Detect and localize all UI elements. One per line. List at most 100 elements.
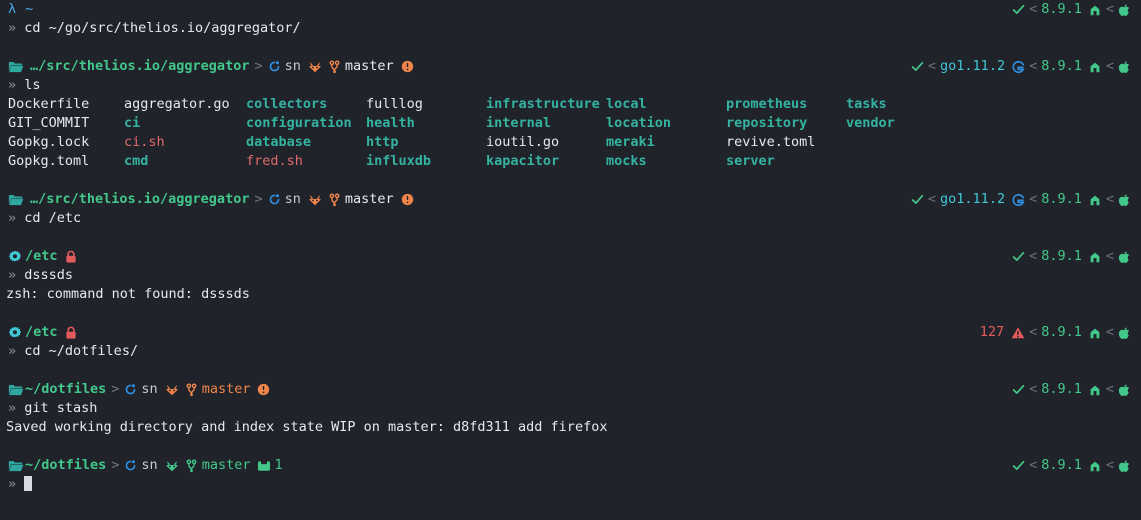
ls-entry: meraki: [606, 134, 655, 150]
exit-code-label: 127: [979, 324, 1005, 340]
prompt-char: »: [8, 20, 17, 36]
alert-circle-icon: [401, 193, 414, 206]
prompt-path: ~: [25, 1, 34, 17]
prompt-line-4: /etc < 8.9.1 <: [0, 247, 1141, 266]
status-separator: <: [927, 191, 937, 207]
status-right-4: < 8.9.1 <: [1012, 247, 1131, 266]
branch-name: master: [201, 381, 251, 397]
git-branch-icon: [329, 59, 340, 74]
apple-icon: [1118, 193, 1131, 207]
command-line-7[interactable]: »: [0, 475, 1141, 494]
ls-entry: ioutil.go: [486, 134, 560, 150]
prompt-line-7: ~/dotfiles > sn master 1 < 8.9.1 <: [0, 456, 1141, 475]
apple-icon: [1118, 60, 1131, 74]
ls-entry: Gopkg.toml: [8, 153, 90, 169]
command-output-4: zsh: command not found: dsssds: [6, 286, 250, 302]
go-logo-icon: [1011, 60, 1025, 74]
lock-icon: [65, 250, 77, 264]
status-separator: <: [1029, 324, 1038, 340]
prompt-path: ~/dotfiles: [25, 381, 107, 397]
check-icon: [1012, 459, 1025, 472]
git-branch-icon: [186, 382, 197, 397]
check-icon: [1012, 250, 1025, 263]
apple-icon: [1118, 383, 1131, 397]
ls-entry: tasks: [846, 96, 887, 112]
ls-entry: Dockerfile: [8, 96, 90, 112]
check-icon: [911, 193, 924, 206]
status-separator: <: [1105, 58, 1114, 74]
command-text: cd ~/go/src/thelios.io/aggregator/: [24, 20, 301, 36]
apple-icon: [1118, 3, 1131, 17]
status-right-3: < go1.11.2 < 8.9.1 <: [911, 190, 1131, 209]
lambda-icon: λ: [8, 1, 17, 17]
node-version-label: 8.9.1: [1041, 248, 1082, 264]
ls-entry: aggregator.go: [124, 96, 230, 112]
command-line-4[interactable]: » dsssds: [0, 266, 1141, 285]
vcs-label: sn: [141, 381, 158, 397]
prompt-block-2: …/src/thelios.io/aggregator > sn master …: [0, 57, 1141, 171]
prompt-char: »: [8, 267, 17, 283]
gitlab-fox-icon: [308, 60, 322, 74]
check-icon: [1012, 383, 1025, 396]
text-cursor: [24, 476, 33, 491]
ls-entry: ci.sh: [124, 134, 165, 150]
path-vcs-separator: >: [111, 457, 120, 473]
vcs-label: sn: [284, 191, 301, 207]
check-icon: [911, 60, 924, 73]
command-line-1[interactable]: » cd ~/go/src/thelios.io/aggregator/: [0, 19, 1141, 38]
ls-entry: location: [606, 115, 672, 131]
status-separator: <: [1029, 191, 1038, 207]
node-version-label: 8.9.1: [1041, 58, 1082, 74]
branch-name: master: [344, 58, 394, 74]
terminal-window[interactable]: λ ~ < 8.9.1 < » cd ~/go/src/thelios.io/a…: [0, 0, 1141, 520]
refresh-icon: [268, 193, 281, 206]
prompt-path: /etc: [25, 324, 58, 340]
status-separator: <: [1029, 457, 1038, 473]
gear-icon: [8, 250, 22, 264]
ls-entry: Gopkg.lock: [8, 134, 90, 150]
command-text: dsssds: [24, 267, 74, 283]
prompt-path: …/src/thelios.io/aggregator: [30, 58, 250, 74]
node-home-icon: [1088, 3, 1102, 17]
prompt-block-4: /etc < 8.9.1 < » dsssds zsh: command not…: [0, 247, 1141, 304]
status-separator: <: [1105, 381, 1114, 397]
ls-entry: collectors: [246, 96, 328, 112]
prompt-line-6: ~/dotfiles > sn master < 8.9.1 <: [0, 380, 1141, 399]
command-line-3[interactable]: » cd /etc: [0, 209, 1141, 228]
prompt-block-3: …/src/thelios.io/aggregator > sn master …: [0, 190, 1141, 228]
apple-icon: [1118, 459, 1131, 473]
ls-entry: server: [726, 153, 775, 169]
node-home-icon: [1088, 250, 1102, 264]
command-text: ls: [24, 77, 41, 93]
node-home-icon: [1088, 326, 1102, 340]
status-right-5: 127 < 8.9.1 <: [980, 323, 1131, 342]
git-branch-icon: [186, 458, 197, 473]
ls-entry: health: [366, 115, 415, 131]
command-line-5[interactable]: » cd ~/dotfiles/: [0, 342, 1141, 361]
node-version-label: 8.9.1: [1041, 381, 1082, 397]
prompt-char: »: [8, 400, 17, 416]
refresh-icon: [124, 383, 137, 396]
branch-name: master: [201, 457, 251, 473]
stash-box-icon: [257, 460, 271, 472]
command-output-6: Saved working directory and index state …: [6, 419, 608, 435]
node-version-label: 8.9.1: [1041, 191, 1082, 207]
ls-entry: database: [246, 134, 312, 150]
status-separator: <: [1029, 248, 1038, 264]
command-text: git stash: [24, 400, 98, 416]
ls-entry: http: [366, 134, 399, 150]
node-home-icon: [1088, 459, 1102, 473]
prompt-block-6: ~/dotfiles > sn master < 8.9.1 < » git s…: [0, 380, 1141, 437]
command-line-6[interactable]: » git stash: [0, 399, 1141, 418]
vcs-label: sn: [141, 457, 158, 473]
ls-entry: prometheus: [726, 96, 808, 112]
ls-entry: repository: [726, 115, 808, 131]
go-version-label: go1.11.2: [940, 58, 1006, 74]
ls-entry: infrastructure: [486, 96, 600, 112]
ls-entry: local: [606, 96, 647, 112]
command-line-2[interactable]: » ls: [0, 76, 1141, 95]
alert-circle-icon: [257, 383, 270, 396]
go-version-label: go1.11.2: [940, 191, 1006, 207]
